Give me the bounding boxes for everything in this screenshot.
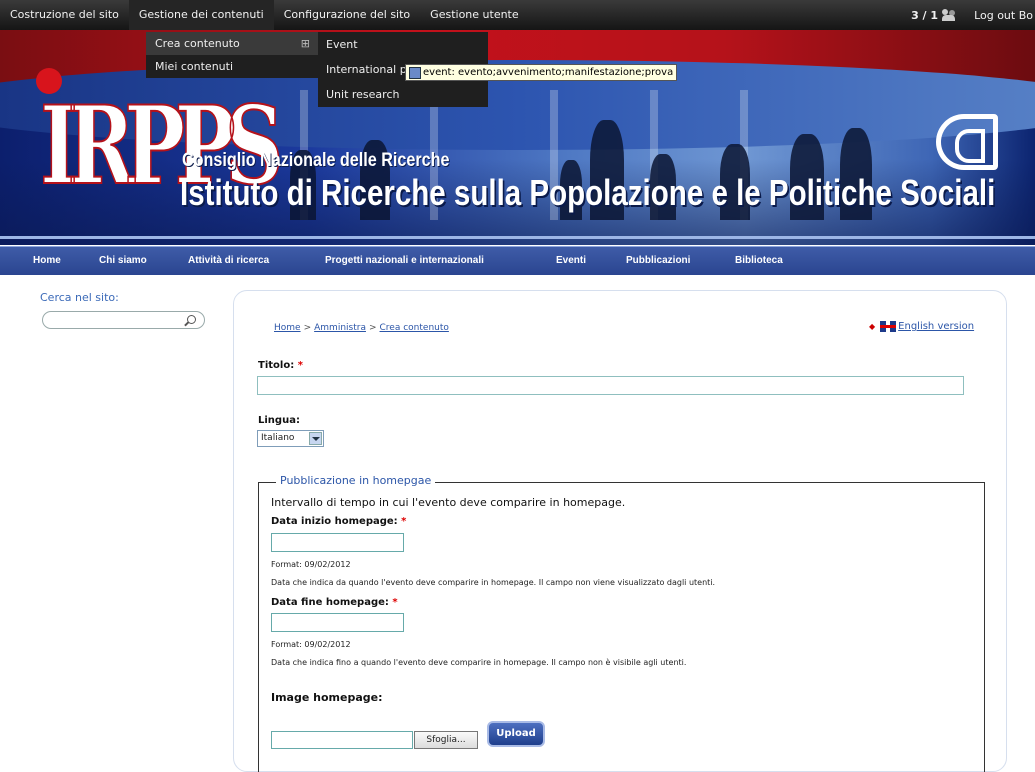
- nav-pubblicazioni[interactable]: Pubblicazioni: [626, 247, 690, 275]
- nav-progetti[interactable]: Progetti nazionali e internazionali: [325, 247, 484, 275]
- language-select-value: Italiano: [261, 433, 295, 443]
- title-label: Titolo: *: [258, 360, 303, 371]
- user-counter: 3 / 1: [911, 8, 939, 22]
- required-mark: *: [392, 597, 398, 608]
- breadcrumb-crea-contenuto[interactable]: Crea contenuto: [380, 323, 449, 333]
- end-date-label-text: Data fine homepage:: [271, 597, 389, 608]
- menu-item-miei-contenuti[interactable]: Miei contenuti: [146, 55, 318, 78]
- title-input[interactable]: [257, 376, 964, 395]
- end-date-input[interactable]: [271, 613, 404, 632]
- breadcrumb: Home > Amministra > Crea contenuto: [274, 323, 449, 333]
- required-mark: *: [401, 516, 407, 527]
- required-mark: *: [297, 360, 303, 371]
- nav-biblioteca[interactable]: Biblioteca: [735, 247, 783, 275]
- banner-divider: [0, 236, 1035, 239]
- admin-menu-configurazione[interactable]: Configurazione del sito: [274, 0, 420, 30]
- upload-button[interactable]: Upload: [487, 721, 545, 747]
- admin-menu-costruzione[interactable]: Costruzione del sito: [0, 0, 129, 30]
- fieldset-legend[interactable]: Pubblicazione in homepgae: [276, 474, 436, 487]
- submenu-item-event[interactable]: Event: [318, 32, 488, 57]
- breadcrumb-separator: >: [368, 323, 377, 333]
- menu-item-crea-contenuto[interactable]: Crea contenuto ⊞: [146, 32, 318, 55]
- logout-link[interactable]: Log out Bo: [974, 9, 1035, 22]
- nav-chi-siamo[interactable]: Chi siamo: [99, 247, 147, 275]
- bullet-icon: ◆: [869, 322, 876, 331]
- end-date-format: Format: 09/02/2012: [271, 640, 351, 649]
- cnr-logo: [936, 114, 998, 170]
- title-label-text: Titolo:: [258, 360, 295, 371]
- nav-home[interactable]: Home: [33, 247, 61, 275]
- image-homepage-label: Image homepage:: [271, 691, 383, 704]
- tooltip-text: event: evento;avvenimento;manifestazione…: [423, 67, 674, 78]
- admin-menu-gestione-utente[interactable]: Gestione utente: [420, 0, 528, 30]
- menu-item-label: Crea contenuto: [155, 37, 240, 50]
- fieldset-intro: Intervallo di tempo in cui l'evento deve…: [271, 496, 626, 509]
- nav-eventi[interactable]: Eventi: [556, 247, 586, 275]
- admin-toolbar: Costruzione del sito Gestione dei conten…: [0, 0, 1035, 31]
- start-date-label-text: Data inizio homepage:: [271, 516, 398, 527]
- banner-subtitle: Consiglio Nazionale delle Ricerche: [182, 150, 450, 171]
- start-date-help: Data che indica da quando l'evento deve …: [271, 578, 716, 587]
- gestione-contenuti-dropdown: Crea contenuto ⊞ Miei contenuti: [146, 32, 318, 78]
- nav-attivita-ricerca[interactable]: Attività di ricerca: [188, 247, 269, 275]
- submenu-item-unit-research[interactable]: Unit research: [318, 82, 488, 107]
- language-label: Lingua:: [258, 415, 300, 426]
- main-nav: Home Chi siamo Attività di ricerca Proge…: [0, 246, 1035, 275]
- search-icon[interactable]: [187, 315, 196, 324]
- breadcrumb-amministra[interactable]: Amministra: [314, 323, 366, 333]
- start-date-label: Data inizio homepage: *: [271, 516, 406, 527]
- uk-flag-icon: [880, 321, 897, 332]
- start-date-input[interactable]: [271, 533, 404, 552]
- english-version-label: English version: [898, 321, 975, 332]
- tooltip-icon: [409, 67, 421, 79]
- users-icon: [942, 9, 956, 21]
- image-file-input[interactable]: [271, 731, 413, 749]
- start-date-format: Format: 09/02/2012: [271, 560, 351, 569]
- banner-title: Istituto di Ricerche sulla Popolazione e…: [180, 172, 996, 213]
- language-select[interactable]: Italiano: [257, 430, 324, 447]
- admin-bar-right: 3 / 1 Log out Bo: [911, 0, 1035, 30]
- chevron-down-icon: [309, 432, 322, 445]
- tooltip: event: evento;avvenimento;manifestazione…: [405, 64, 678, 81]
- breadcrumb-home[interactable]: Home: [274, 323, 301, 333]
- expand-icon: ⊞: [300, 37, 310, 50]
- search-input[interactable]: [42, 311, 205, 329]
- end-date-label: Data fine homepage: *: [271, 597, 398, 608]
- search-label: Cerca nel sito:: [40, 291, 119, 304]
- admin-menu: Costruzione del sito Gestione dei conten…: [0, 0, 529, 30]
- browse-button[interactable]: Sfoglia...: [414, 731, 478, 749]
- admin-menu-gestione-contenuti[interactable]: Gestione dei contenuti: [128, 0, 274, 30]
- end-date-help: Data che indica fino a quando l'evento d…: [271, 658, 687, 667]
- breadcrumb-separator: >: [303, 323, 312, 333]
- english-version-link[interactable]: ◆ English version: [869, 321, 974, 332]
